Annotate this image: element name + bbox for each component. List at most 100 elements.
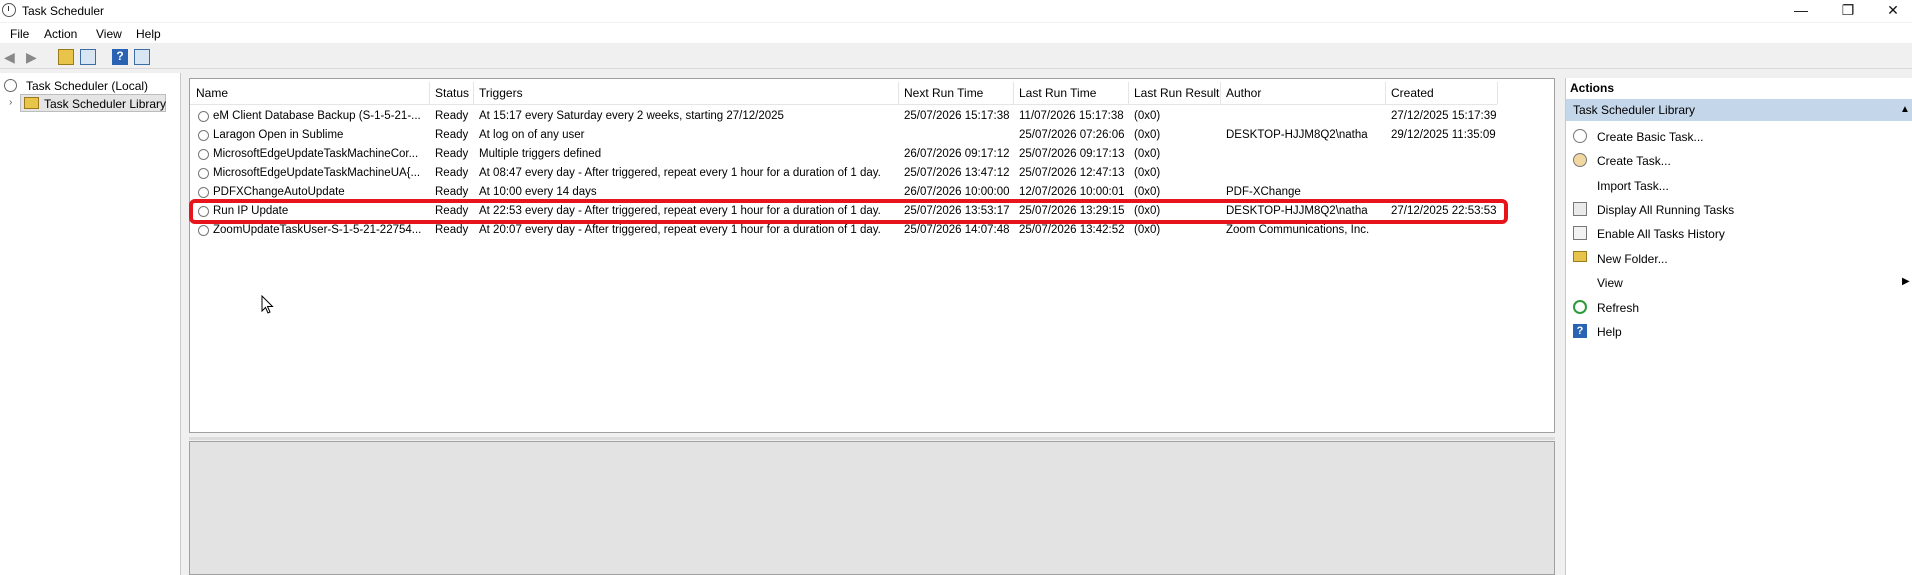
column-separator[interactable]	[1013, 82, 1014, 104]
running-tasks-icon	[1573, 202, 1587, 216]
table-cell: At 08:47 every day - After triggered, re…	[479, 167, 881, 179]
menu-file[interactable]: File	[10, 27, 29, 41]
column-header-status[interactable]: Status	[435, 86, 469, 100]
table-cell: Ready	[435, 224, 469, 236]
menu-help[interactable]: Help	[136, 27, 161, 41]
task-clock-icon	[198, 111, 209, 122]
action-item[interactable]: Display All Running Tasks	[1597, 203, 1734, 217]
table-cell: PDFXChangeAutoUpdate	[213, 186, 345, 198]
column-header-last-result[interactable]: Last Run Result	[1134, 86, 1219, 100]
maximize-button[interactable]: ❐	[1825, 0, 1871, 22]
column-separator[interactable]	[1220, 82, 1221, 104]
table-cell: PDF-XChange	[1226, 186, 1301, 198]
collapse-arrow-icon[interactable]: ▲	[1900, 104, 1910, 115]
action-item[interactable]: View	[1597, 276, 1623, 290]
table-cell: 29/12/2025 11:35:09	[1391, 129, 1496, 141]
actions-section-label: Task Scheduler Library	[1573, 103, 1696, 117]
mouse-cursor-icon	[261, 295, 274, 314]
clock-icon	[4, 79, 17, 92]
column-header-name[interactable]: Name	[196, 86, 228, 100]
menu-action[interactable]: Action	[44, 27, 77, 41]
action-item[interactable]: New Folder...	[1597, 252, 1668, 266]
table-cell: Ready	[435, 129, 469, 141]
toolbar	[0, 46, 1912, 69]
tree-root-label[interactable]: Task Scheduler (Local)	[26, 79, 148, 93]
create-basic-task-icon	[1573, 129, 1587, 143]
action-item[interactable]: Create Task...	[1597, 154, 1671, 168]
back-arrow-icon[interactable]: ◀	[4, 49, 20, 65]
table-cell: (0x0)	[1134, 224, 1161, 236]
table-cell: (0x0)	[1134, 148, 1161, 160]
task-scheduler-icon	[2, 3, 16, 17]
table-cell: Ready	[435, 186, 469, 198]
table-cell: 26/07/2026 10:00:00	[904, 186, 1010, 198]
history-icon	[1573, 226, 1587, 240]
task-clock-icon	[198, 168, 209, 179]
close-button[interactable]: ✕	[1870, 0, 1912, 22]
submenu-arrow-icon: ▶	[1902, 276, 1910, 287]
action-item[interactable]: Help	[1597, 325, 1622, 339]
table-cell: (0x0)	[1134, 186, 1161, 198]
tree-library-label[interactable]: Task Scheduler Library	[44, 97, 166, 111]
table-cell: Ready	[435, 148, 469, 160]
table-cell: DESKTOP-HJJM8Q2\natha	[1226, 129, 1368, 141]
column-header-last-run[interactable]: Last Run Time	[1019, 86, 1096, 100]
actions-title: Actions	[1570, 81, 1615, 95]
table-cell: ZoomUpdateTaskUser-S-1-5-21-22754...	[213, 224, 422, 236]
refresh-icon	[1573, 300, 1587, 314]
help-icon: ?	[1573, 324, 1587, 338]
table-cell: Laragon Open in Sublime	[213, 129, 344, 141]
table-cell: MicrosoftEdgeUpdateTaskMachineCor...	[213, 148, 419, 160]
table-cell: 25/07/2026 14:07:48	[904, 224, 1010, 236]
minimize-button[interactable]: —	[1778, 0, 1824, 22]
column-separator[interactable]	[1385, 82, 1386, 104]
folder-icon	[24, 97, 39, 109]
table-cell: At 20:07 every day - After triggered, re…	[479, 224, 881, 236]
table-cell: eM Client Database Backup (S-1-5-21-...	[213, 110, 421, 122]
column-header-author[interactable]: Author	[1226, 86, 1261, 100]
help-icon[interactable]: ?	[112, 49, 128, 65]
column-separator[interactable]	[1128, 82, 1129, 104]
table-cell: 11/07/2026 15:17:38	[1019, 110, 1124, 122]
window-title: Task Scheduler	[22, 4, 105, 18]
folder-icon	[1573, 251, 1587, 262]
action-item[interactable]: Refresh	[1597, 301, 1639, 315]
table-cell: 25/07/2026 15:17:38	[904, 110, 1010, 122]
table-cell: 25/07/2026 12:47:13	[1019, 167, 1125, 179]
column-header-next-run[interactable]: Next Run Time	[904, 86, 983, 100]
column-header-created[interactable]: Created	[1391, 86, 1434, 100]
splitter[interactable]	[189, 437, 1555, 440]
table-cell: 25/07/2026 07:26:06	[1019, 129, 1125, 141]
column-separator[interactable]	[1497, 82, 1498, 104]
show-hide-tree-icon[interactable]	[80, 49, 96, 65]
table-cell: 27/12/2025 15:17:39	[1391, 110, 1497, 122]
table-cell: At log on of any user	[479, 129, 585, 141]
table-cell: Ready	[435, 167, 469, 179]
table-cell: (0x0)	[1134, 110, 1161, 122]
task-clock-icon	[198, 187, 209, 198]
table-cell: Zoom Communications, Inc.	[1226, 224, 1370, 236]
table-cell: (0x0)	[1134, 129, 1161, 141]
up-folder-icon[interactable]	[58, 49, 74, 65]
console-tree	[0, 73, 181, 575]
menu-view[interactable]: View	[96, 27, 122, 41]
show-hide-action-pane-icon[interactable]	[134, 49, 150, 65]
action-item[interactable]: Enable All Tasks History	[1597, 227, 1725, 241]
column-header-triggers[interactable]: Triggers	[479, 86, 523, 100]
table-cell: At 10:00 every 14 days	[479, 186, 597, 198]
task-clock-icon	[198, 149, 209, 160]
table-cell: MicrosoftEdgeUpdateTaskMachineUA{...	[213, 167, 421, 179]
column-separator[interactable]	[429, 82, 430, 104]
table-cell: 25/07/2026 13:47:12	[904, 167, 1010, 179]
action-item[interactable]: Create Basic Task...	[1597, 130, 1704, 144]
action-item[interactable]: Import Task...	[1597, 179, 1669, 193]
table-cell: Ready	[435, 110, 469, 122]
forward-arrow-icon[interactable]: ▶	[26, 49, 42, 65]
highlight-box	[189, 199, 1508, 224]
chevron-right-icon[interactable]: ›	[9, 97, 12, 108]
column-separator[interactable]	[473, 82, 474, 104]
table-cell: At 15:17 every Saturday every 2 weeks, s…	[479, 110, 784, 122]
task-list-header	[190, 82, 1497, 105]
column-separator[interactable]	[898, 82, 899, 104]
table-cell: (0x0)	[1134, 167, 1161, 179]
